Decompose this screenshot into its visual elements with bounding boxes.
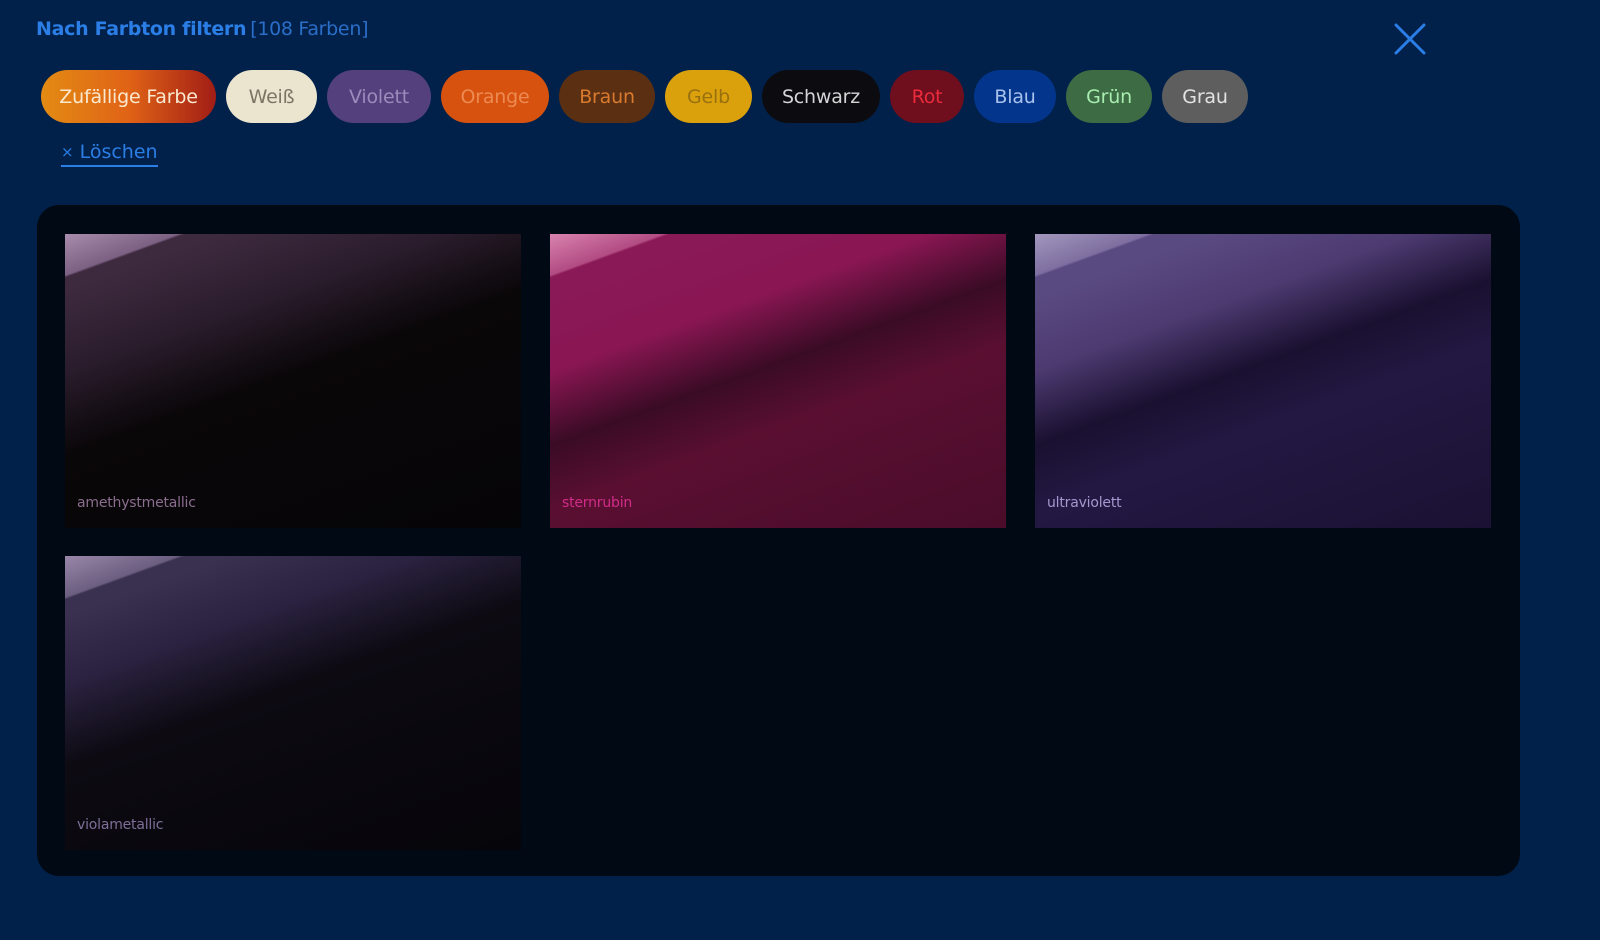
filter-chip-violet[interactable]: Violett: [327, 70, 431, 123]
filter-chip-gray[interactable]: Grau: [1162, 70, 1248, 123]
swatch-name: amethystmetallic: [77, 495, 196, 511]
color-swatch-tile[interactable]: ultraviolett: [1035, 234, 1491, 528]
filter-chip-red[interactable]: Rot: [890, 70, 964, 123]
swatch-name: sternrubin: [562, 495, 633, 511]
close-button[interactable]: [1393, 22, 1427, 56]
swatch-name: ultraviolett: [1047, 495, 1122, 511]
filter-heading: Nach Farbton filtern [108 Farben]: [36, 18, 368, 40]
filter-chip-blue[interactable]: Blau: [974, 70, 1056, 123]
clear-filter-label: Löschen: [79, 141, 158, 163]
close-icon: [1394, 23, 1426, 55]
swatch-name: violametallic: [77, 817, 164, 833]
filter-chip-yellow[interactable]: Gelb: [665, 70, 752, 123]
color-count: [108 Farben]: [250, 18, 369, 40]
filter-title: Nach Farbton filtern: [36, 18, 247, 40]
color-swatch-tile[interactable]: amethystmetallic: [65, 234, 521, 528]
color-filter-page: Nach Farbton filtern [108 Farben] Zufälli…: [0, 0, 1600, 940]
color-swatch-tile[interactable]: sternrubin: [550, 234, 1006, 528]
filter-chip-green[interactable]: Grün: [1066, 70, 1152, 123]
clear-filter-link[interactable]: × Löschen: [61, 141, 158, 167]
filter-chip-random[interactable]: Zufällige Farbe: [41, 70, 216, 123]
swatch-grid: amethystmetallic sternrubin ultraviolett…: [37, 205, 1520, 876]
filter-chip-white[interactable]: Weiß: [226, 70, 317, 123]
hue-filter-chips: Zufällige Farbe Weiß Violett Orange Brau…: [41, 70, 1248, 123]
color-swatch-tile[interactable]: violametallic: [65, 556, 521, 850]
filter-chip-orange[interactable]: Orange: [441, 70, 549, 123]
filter-chip-black[interactable]: Schwarz: [762, 70, 880, 123]
filter-chip-brown[interactable]: Braun: [559, 70, 655, 123]
clear-x-icon: ×: [61, 143, 74, 161]
